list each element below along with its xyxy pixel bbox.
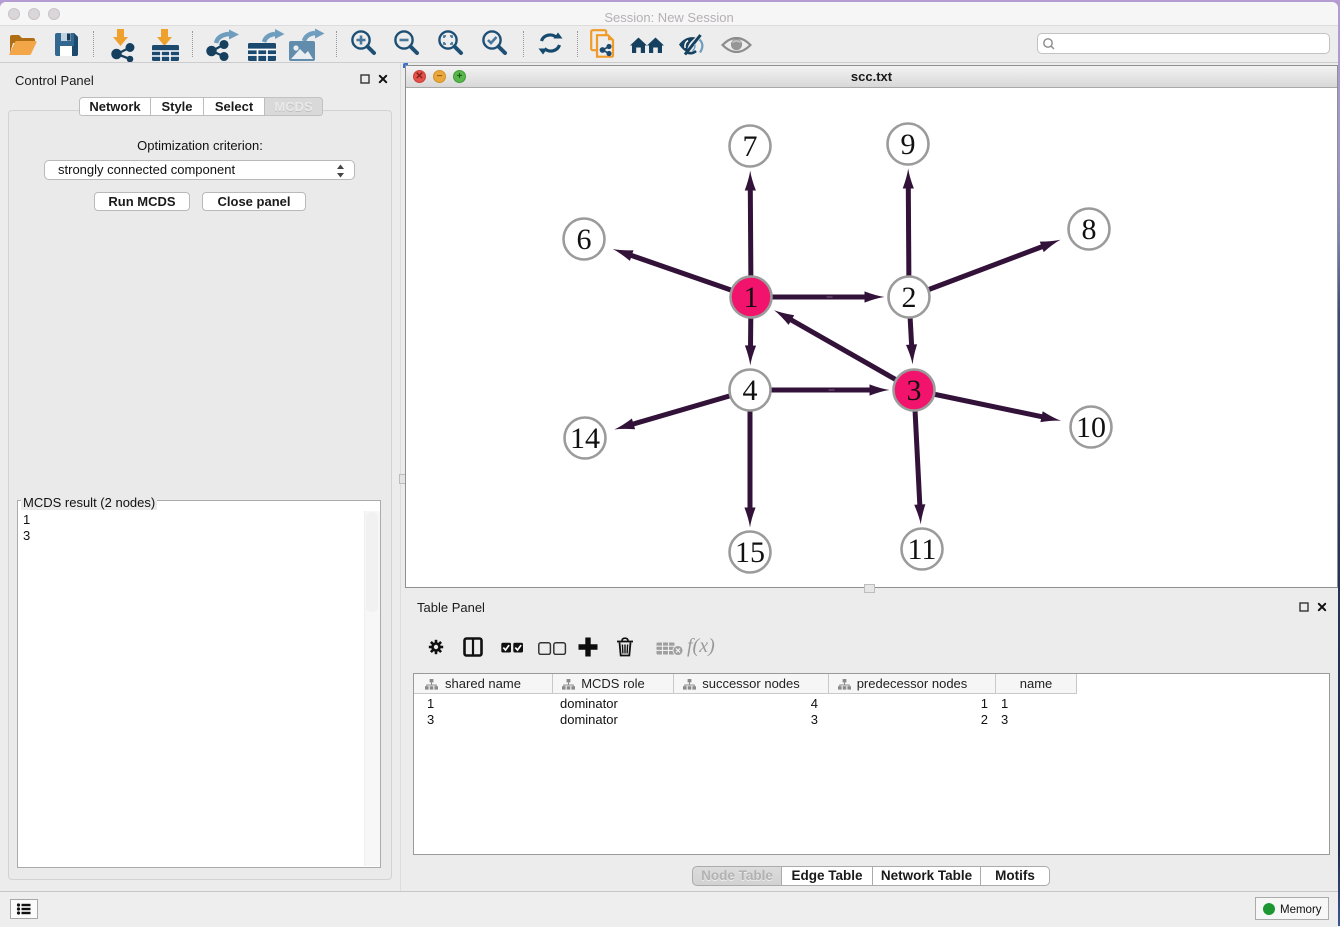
- svg-text:7: 7: [743, 130, 758, 163]
- svg-text:11: 11: [908, 533, 937, 566]
- svg-text:4: 4: [743, 374, 758, 407]
- svg-text:10: 10: [1076, 411, 1106, 444]
- svg-text:6: 6: [577, 223, 592, 256]
- svg-text:15: 15: [735, 536, 765, 569]
- svg-text:Memory: Memory: [1280, 904, 1322, 916]
- svg-text:14: 14: [570, 422, 600, 455]
- svg-text:9: 9: [901, 128, 916, 161]
- svg-text:8: 8: [1082, 213, 1097, 246]
- svg-text:1: 1: [744, 281, 759, 314]
- svg-text:3: 3: [907, 374, 922, 407]
- svg-text:2: 2: [902, 281, 917, 314]
